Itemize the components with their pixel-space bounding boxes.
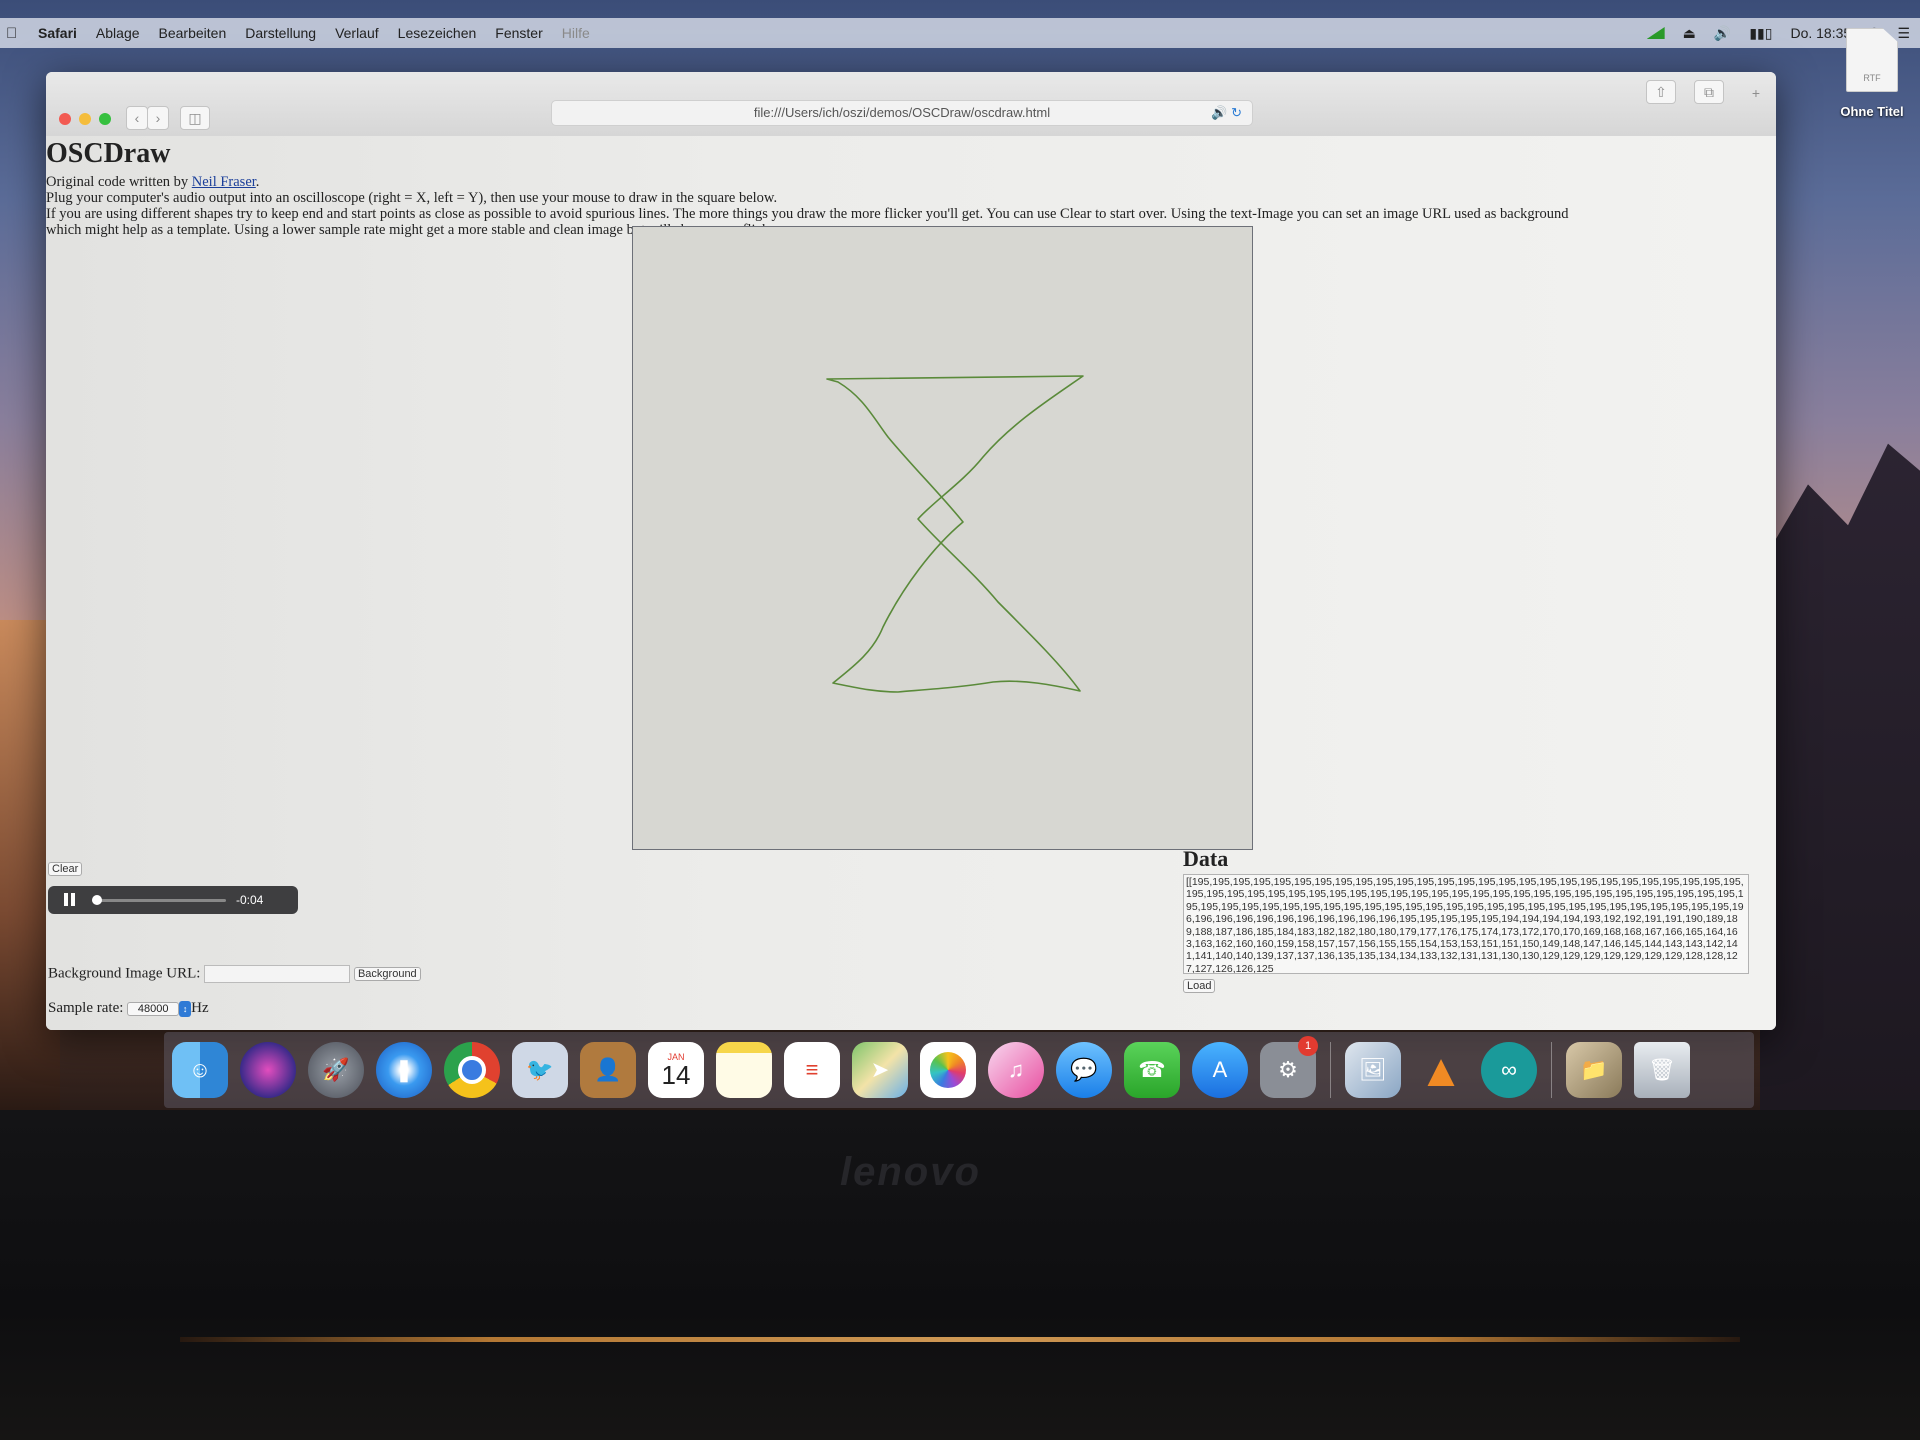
tabs-overview-button[interactable]: ⧉ [1694, 80, 1724, 104]
menu-app-name[interactable]: Safari [38, 25, 77, 41]
calendar-day: 14 [661, 1060, 691, 1090]
dock-separator-2 [1551, 1042, 1552, 1098]
signal-icon[interactable] [1646, 27, 1665, 39]
vlc-icon[interactable]: ▲ [1413, 1042, 1469, 1098]
dock-separator [1330, 1042, 1331, 1098]
dock: ☺ 🚀 ❚ 🐦 👤 JAN 14 ≡ ➤ ♫ 💬 ☎ A ⚙ 1 🖼 ▲ ∞ 📁 … [164, 1032, 1754, 1108]
new-tab-button[interactable]: + [1746, 82, 1766, 104]
background-row: Background Image URL: Background [48, 965, 421, 983]
menu-item-lesezeichen[interactable]: Lesezeichen [398, 25, 477, 41]
notes-icon[interactable] [716, 1042, 772, 1098]
notification-badge: 1 [1298, 1036, 1318, 1056]
sample-rate-stepper[interactable]: ↕ [179, 1000, 192, 1017]
safari-window: ‹ › ◫ file:///Users/ich/oszi/demos/OSCDr… [46, 72, 1776, 1030]
audio-progress-track[interactable] [92, 899, 226, 902]
trash-icon[interactable]: 🗑 [1634, 1042, 1690, 1098]
page-content: OSCDraw Original code written by Neil Fr… [46, 136, 1776, 1030]
system-preferences-icon[interactable]: ⚙ 1 [1260, 1036, 1318, 1098]
facetime-icon[interactable]: ☎ [1124, 1042, 1180, 1098]
eject-icon[interactable]: ⏏ [1683, 25, 1696, 42]
forward-button[interactable]: › [147, 106, 169, 130]
back-button[interactable]: ‹ [126, 106, 148, 130]
desktop-file[interactable]: RTF Ohne Titel [1832, 28, 1912, 119]
address-bar[interactable]: file:///Users/ich/oszi/demos/OSCDraw/osc… [551, 100, 1253, 126]
apple-menu-icon[interactable]:  [6, 25, 28, 42]
app-store-icon[interactable]: A [1192, 1042, 1248, 1098]
battery-icon[interactable]: ▮▮▯ [1749, 25, 1772, 42]
url-text: file:///Users/ich/oszi/demos/OSCDraw/osc… [753, 105, 1051, 120]
wallpaper-mountains [1760, 443, 1920, 1110]
menu-item-darstellung[interactable]: Darstellung [245, 25, 316, 41]
calendar-icon[interactable]: JAN 14 [648, 1042, 704, 1098]
menu-item-verlauf[interactable]: Verlauf [335, 25, 379, 41]
reminders-icon[interactable]: ≡ [784, 1042, 840, 1098]
minimize-window-button[interactable] [79, 113, 91, 125]
mail-icon[interactable]: 🐦 [512, 1042, 568, 1098]
background-button[interactable]: Background [353, 967, 421, 982]
maps-icon[interactable]: ➤ [852, 1042, 908, 1098]
menu-item-hilfe[interactable]: Hilfe [562, 25, 590, 41]
credit-suffix: . [255, 174, 260, 190]
credit-line: Original code written by Neil Fraser. [46, 174, 259, 191]
sample-rate-row: Sample rate: 48000 ↕ Hz [48, 1000, 209, 1017]
browser-toolbar: ‹ › ◫ file:///Users/ich/oszi/demos/OSCDr… [46, 72, 1776, 137]
launchpad-icon[interactable]: 🚀 [308, 1042, 364, 1098]
rtf-document-icon: RTF [1846, 28, 1898, 92]
safari-icon[interactable]: ❚ [376, 1042, 432, 1098]
desktop-file-name: Ohne Titel [1840, 104, 1904, 119]
close-window-button[interactable] [59, 113, 71, 125]
menu-item-bearbeiten[interactable]: Bearbeiten [159, 25, 227, 41]
page-title: OSCDraw [46, 138, 171, 169]
data-heading: Data [1183, 846, 1229, 871]
fullscreen-window-button[interactable] [99, 113, 111, 125]
sample-rate-unit: Hz [191, 1000, 209, 1016]
author-link[interactable]: Neil Fraser [192, 174, 256, 190]
chrome-icon[interactable] [444, 1042, 500, 1098]
file-type-label: RTF [1863, 73, 1881, 83]
audio-player: -0:04 [48, 886, 298, 914]
menu-bar:  Safari Ablage Bearbeiten Darstellung V… [0, 18, 1920, 48]
audio-progress-knob[interactable] [92, 895, 102, 905]
arduino-icon[interactable]: ∞ [1481, 1042, 1537, 1098]
menu-item-ablage[interactable]: Ablage [96, 25, 140, 41]
background-url-input[interactable] [204, 965, 351, 983]
instructions-line-2: If you are using different shapes try to… [46, 206, 1569, 222]
finder-icon[interactable]: ☺ [172, 1042, 228, 1098]
drawn-hourglass-path [826, 375, 1084, 693]
menu-item-fenster[interactable]: Fenster [495, 25, 542, 41]
load-button[interactable]: Load [1183, 979, 1216, 993]
clear-button[interactable]: Clear [48, 862, 83, 876]
messages-icon[interactable]: 💬 [1056, 1042, 1112, 1098]
share-button[interactable]: ⇧ [1646, 80, 1676, 104]
audio-time: -0:04 [236, 893, 264, 907]
photos-icon[interactable] [920, 1042, 976, 1098]
laptop-brand-logo: lenovo [840, 1150, 981, 1194]
preview-icon[interactable]: 🖼 [1345, 1042, 1401, 1098]
downloads-stack-icon[interactable]: 📁 [1566, 1042, 1622, 1098]
background-url-label: Background Image URL: [48, 965, 201, 982]
drawing-canvas[interactable] [632, 226, 1253, 850]
pause-icon[interactable] [64, 893, 75, 906]
volume-icon[interactable]: 🔊 [1714, 25, 1731, 42]
data-textarea[interactable]: [[195,195,195,195,195,195,195,195,195,19… [1183, 874, 1749, 974]
sample-rate-input[interactable]: 48000 [127, 1002, 180, 1016]
itunes-icon[interactable]: ♫ [988, 1042, 1044, 1098]
instructions-line-1: Plug your computer's audio output into a… [46, 190, 778, 206]
bezel-light-reflection [180, 1337, 1740, 1342]
sidebar-toggle-button[interactable]: ◫ [180, 106, 210, 130]
credit-prefix: Original code written by [46, 174, 192, 190]
audio-reload-icons[interactable]: 🔊 ↻ [1211, 101, 1242, 125]
siri-icon[interactable] [240, 1042, 296, 1098]
sample-rate-label: Sample rate: [48, 1000, 124, 1016]
contacts-icon[interactable]: 👤 [580, 1042, 636, 1098]
